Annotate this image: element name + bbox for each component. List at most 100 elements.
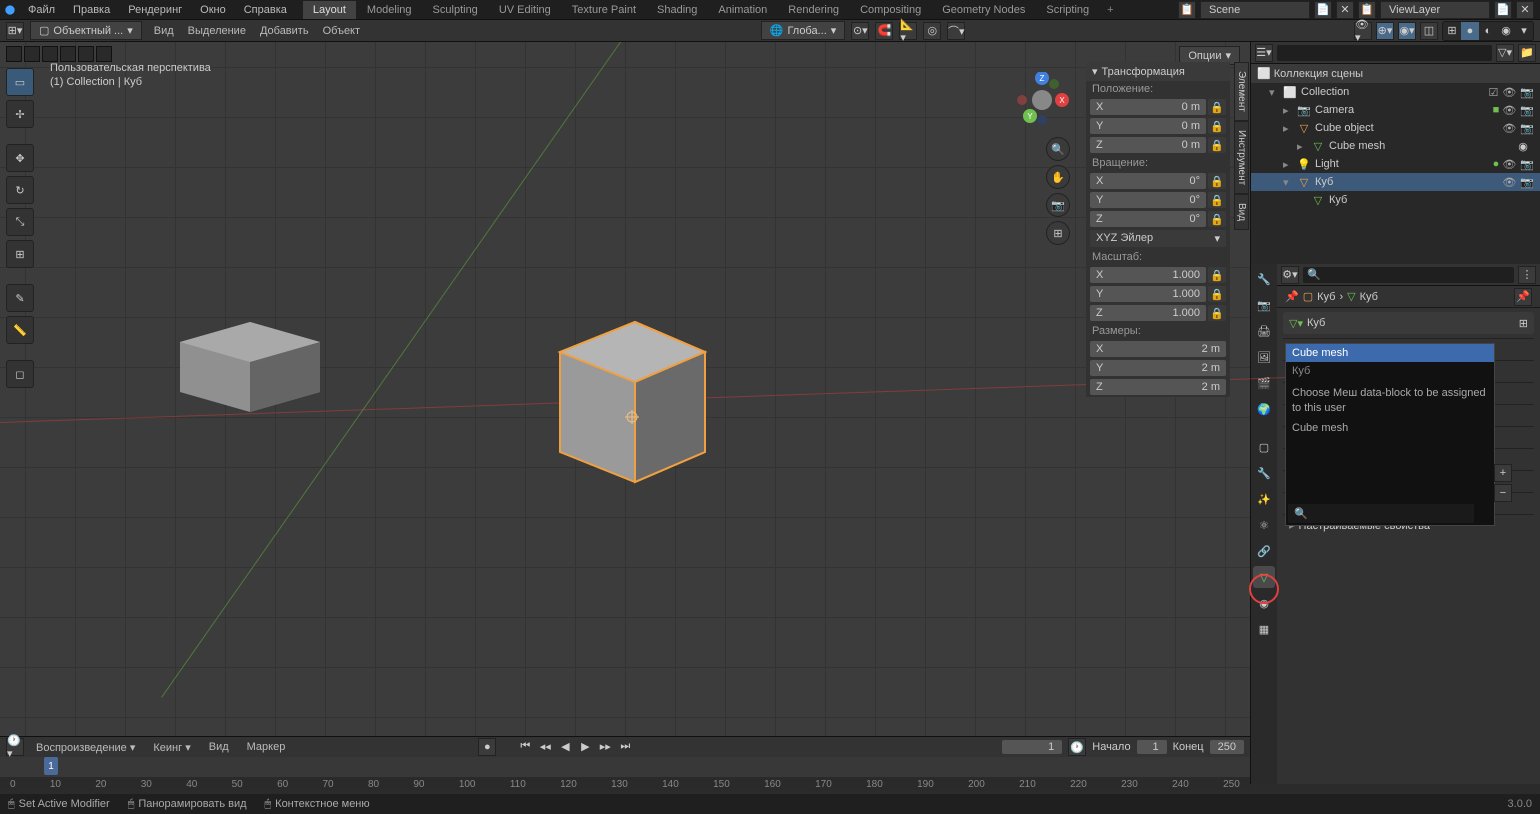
tl-jump-start[interactable]: ⏮	[516, 738, 534, 754]
tab-layout[interactable]: Layout	[303, 1, 356, 19]
tool-cursor[interactable]: ✢	[6, 100, 34, 128]
prop-modifiers-tab[interactable]: 🔧	[1253, 462, 1275, 484]
prop-particles-tab[interactable]: ✨	[1253, 488, 1275, 510]
tool-rotate[interactable]: ↻	[6, 176, 34, 204]
menu-Файл[interactable]: Файл	[20, 1, 63, 19]
tl-playback-menu[interactable]: Воспроизведение ▾	[30, 739, 141, 756]
visibility-icon[interactable]: 👁	[1502, 176, 1516, 189]
npanel-vtab-0[interactable]: Элемент	[1234, 62, 1249, 121]
lock-icon[interactable]: 🔒	[1208, 99, 1226, 115]
prop-render-tab[interactable]: 📷	[1253, 294, 1275, 316]
sec-menu-Добавить[interactable]: Добавить	[254, 23, 315, 39]
menu-Правка[interactable]: Правка	[65, 1, 118, 19]
outliner-filter-button[interactable]: ▽▾	[1496, 44, 1514, 62]
delete-scene-button[interactable]: ✕	[1336, 1, 1354, 19]
prop-viewlayer-tab[interactable]: 🖼	[1253, 346, 1275, 368]
tl-jump-end[interactable]: ⏭	[616, 738, 634, 754]
timeline-playhead[interactable]: 1	[44, 757, 58, 775]
outliner-row-Cube object[interactable]: ▸▽Cube object👁📷	[1251, 119, 1540, 137]
popup-item-kub[interactable]: Куб	[1286, 362, 1494, 380]
lock-icon[interactable]: 🔒	[1208, 173, 1226, 189]
outliner-row-Cube mesh[interactable]: ▸▽Cube mesh◉	[1251, 137, 1540, 155]
tl-play[interactable]: ▶	[576, 738, 594, 754]
outliner-row-Light[interactable]: ▸💡Light●👁📷	[1251, 155, 1540, 173]
navigation-gizmo[interactable]: X Y Z	[1014, 72, 1070, 128]
properties-search-input[interactable]: 🔍	[1303, 267, 1514, 283]
tab-rendering[interactable]: Rendering	[778, 1, 849, 19]
scene-list-icon[interactable]: 📋	[1178, 1, 1196, 19]
bc-pin-icon[interactable]: 📌	[1285, 290, 1299, 303]
bc-mesh-label[interactable]: Куб	[1360, 291, 1378, 303]
shading-solid-button[interactable]: ●	[1461, 22, 1479, 40]
new-layer-button[interactable]: 📄	[1494, 1, 1512, 19]
pivot-dropdown[interactable]: ⊙▾	[851, 22, 869, 40]
shading-wire-button[interactable]: ⊞	[1443, 22, 1461, 40]
tl-play-reverse[interactable]: ◀	[556, 738, 574, 754]
tab-texture-paint[interactable]: Texture Paint	[562, 1, 646, 19]
np-field-Z[interactable]: Z0 m	[1090, 137, 1206, 153]
popup-remove-button[interactable]: −	[1494, 484, 1512, 502]
select-mode-int[interactable]	[78, 46, 94, 62]
tl-keying-menu[interactable]: Кеинг ▾	[147, 739, 196, 756]
npanel-transform-head[interactable]: ▾ Трансформация	[1086, 62, 1230, 81]
tl-marker-menu[interactable]: Маркер	[241, 739, 292, 755]
lock-icon[interactable]: 🔒	[1208, 192, 1226, 208]
end-frame-field[interactable]: 250	[1210, 740, 1244, 754]
add-workspace-button[interactable]: +	[1099, 1, 1121, 19]
np-field-Z[interactable]: Z1.000	[1090, 305, 1206, 321]
visibility-icon[interactable]: 👁	[1502, 104, 1516, 117]
mesh-datablock-new-icon[interactable]: ⊞	[1519, 317, 1528, 330]
prop-constraints-tab[interactable]: 🔗	[1253, 540, 1275, 562]
tab-modeling[interactable]: Modeling	[357, 1, 422, 19]
object-cube-unselected[interactable]	[170, 302, 330, 422]
prop-texture-tab[interactable]: ▦	[1253, 618, 1275, 640]
sec-menu-Выделение[interactable]: Выделение	[182, 23, 252, 39]
select-mode-box[interactable]	[24, 46, 40, 62]
render-visibility-icon[interactable]: 📷	[1520, 104, 1534, 117]
outliner-row-Куб[interactable]: ▽Куб	[1251, 191, 1540, 209]
gizmo-toggle[interactable]: ⊕▾	[1376, 22, 1394, 40]
outliner-new-collection-button[interactable]: 📁	[1518, 44, 1536, 62]
outliner-row-Camera[interactable]: ▸📷Camera■👁📷	[1251, 101, 1540, 119]
tool-add-cube[interactable]: ◻	[6, 360, 34, 388]
visibility-icon[interactable]: 👁	[1502, 122, 1516, 135]
lock-icon[interactable]: 🔒	[1208, 137, 1226, 153]
bc-object-label[interactable]: Куб	[1317, 291, 1335, 303]
shading-options-button[interactable]: ▾	[1515, 22, 1533, 40]
render-visibility-icon[interactable]: 📷	[1520, 122, 1534, 135]
visibility-dropdown[interactable]: 👁▾	[1354, 22, 1372, 40]
prop-tool-tab[interactable]: 🔧	[1253, 268, 1275, 290]
scene-field[interactable]: Scene	[1200, 1, 1310, 19]
popup-add-button[interactable]: +	[1494, 464, 1512, 482]
object-cube-selected[interactable]	[550, 292, 710, 492]
outliner-search-input[interactable]	[1277, 45, 1492, 61]
interaction-mode-dropdown[interactable]: ▢ Объектный ...▾	[30, 21, 142, 40]
collection-enable-icon[interactable]: ☑	[1488, 86, 1498, 99]
tab-uv-editing[interactable]: UV Editing	[489, 1, 561, 19]
tab-scripting[interactable]: Scripting	[1036, 1, 1099, 19]
rotation-mode-dropdown[interactable]: XYZ Эйлер▾	[1090, 230, 1226, 247]
select-mode-extend[interactable]	[42, 46, 58, 62]
prop-output-tab[interactable]: 🖨	[1253, 320, 1275, 342]
timeline-editor-type[interactable]: 🕐▾	[6, 738, 24, 756]
prop-object-tab[interactable]: ▢	[1253, 436, 1275, 458]
outliner-editor-type-icon[interactable]: ☰▾	[1255, 44, 1273, 62]
lock-icon[interactable]: 🔒	[1208, 305, 1226, 321]
tab-shading[interactable]: Shading	[647, 1, 707, 19]
tool-scale[interactable]: ⤡	[6, 208, 34, 236]
visibility-icon[interactable]: 👁	[1502, 86, 1516, 99]
start-frame-field[interactable]: 1	[1137, 740, 1167, 754]
camera-view-button[interactable]: 📷	[1046, 193, 1070, 217]
menu-Окно[interactable]: Окно	[192, 1, 234, 19]
menu-Справка[interactable]: Справка	[236, 1, 295, 19]
proportional-dropdown[interactable]: ⌒▾	[947, 22, 965, 40]
overlays-toggle[interactable]: ◉▾	[1398, 22, 1416, 40]
pan-button[interactable]: ✋	[1046, 165, 1070, 189]
viewlayer-field[interactable]: ViewLayer	[1380, 1, 1490, 19]
tab-compositing[interactable]: Compositing	[850, 1, 931, 19]
np-field-Y[interactable]: Y0 m	[1090, 118, 1206, 134]
shading-matpreview-button[interactable]: ◐	[1479, 22, 1497, 40]
popup-item-cube-mesh[interactable]: Cube mesh	[1286, 344, 1494, 362]
tab-geometry-nodes[interactable]: Geometry Nodes	[932, 1, 1035, 19]
prop-scene-tab[interactable]: 🎬	[1253, 372, 1275, 394]
